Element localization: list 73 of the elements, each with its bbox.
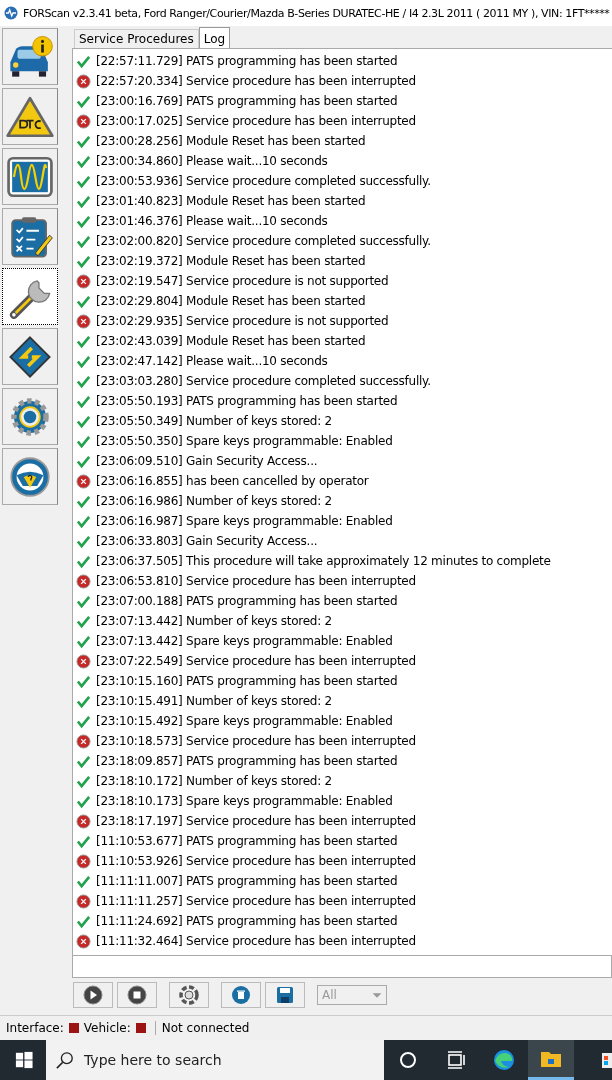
- log-entry: [11:10:53.926] Service procedure has been interrupted: [96, 854, 416, 868]
- log-entry: [23:18:10.173] Spare keys programmable: Enabled: [96, 794, 393, 808]
- lifebuoy-icon: [179, 985, 199, 1005]
- log-entry: [23:06:09.510] Gain Security Access...: [96, 454, 318, 468]
- search-icon: [56, 1051, 74, 1069]
- help-button[interactable]: [169, 982, 209, 1008]
- stop-icon: [127, 985, 147, 1005]
- log-entry: [22:57:20.334] Service procedure has been interrupted: [96, 74, 416, 88]
- log-entry: [23:00:28.256] Module Reset has been started: [96, 134, 366, 148]
- log-entry: [23:02:00.820] Service procedure completed successfully.: [96, 234, 431, 248]
- play-icon: [83, 985, 103, 1005]
- log-entry: [23:07:13.442] Number of keys stored: 2: [96, 614, 332, 628]
- tab[interactable]: Service Procedures: [74, 29, 199, 48]
- input-field[interactable]: [72, 956, 612, 978]
- log-entry: [23:06:53.810] Service procedure has been interrupted: [96, 574, 416, 588]
- log-entry: [23:02:43.039] Module Reset has been started: [96, 334, 366, 348]
- log-entry: [23:07:22.549] Service procedure has been interrupted: [96, 654, 416, 668]
- tab[interactable]: Log: [198, 27, 231, 48]
- log-entry: [23:03:03.280] Service procedure completed successfully.: [96, 374, 431, 388]
- log-entry: [23:07:00.188] PATS programming has been started: [96, 594, 398, 608]
- log-entry: [23:01:40.823] Module Reset has been started: [96, 194, 366, 208]
- log-entry: [23:10:15.160] PATS programming has been started: [96, 674, 398, 688]
- warning-triangle-icon: [5, 94, 55, 139]
- log-entry: [23:18:10.172] Number of keys stored: 2: [96, 774, 332, 788]
- connection-status: Not connected: [154, 1021, 250, 1035]
- start-button[interactable]: [15, 1051, 33, 1069]
- sidebar-button[interactable]: [2, 328, 58, 385]
- vehicle-label: Vehicle:: [83, 1021, 131, 1035]
- log-entry: [11:11:32.464] Service procedure has been interrupted: [96, 934, 416, 948]
- log-entry: [23:07:13.442] Spare keys programmable: Enabled: [96, 634, 393, 648]
- log-entry: [23:10:18.573] Service procedure has been interrupted: [96, 734, 416, 748]
- log-entry: [11:11:24.692] PATS programming has been started: [96, 914, 398, 928]
- delete-button[interactable]: [221, 982, 261, 1008]
- log-entry: [23:06:33.803] Gain Security Access...: [96, 534, 318, 548]
- log-entry: [23:05:50.349] Number of keys stored: 2: [96, 414, 332, 428]
- sidebar-button[interactable]: [2, 88, 58, 145]
- trash-icon: [231, 985, 251, 1005]
- taskbar-search-field[interactable]: Type here to search: [46, 1040, 384, 1080]
- log-entry: [23:02:29.935] Service procedure is not supported: [96, 314, 389, 328]
- log-entry: [23:06:37.505] This procedure will take approximately 12 minutes to complete: [96, 554, 551, 568]
- sidebar-button[interactable]: [2, 268, 58, 325]
- play-button[interactable]: [73, 982, 113, 1008]
- log-entry: [23:00:53.936] Service procedure completed successfully.: [96, 174, 431, 188]
- browser-icon[interactable]: [492, 1048, 516, 1072]
- log-entry: [23:05:50.350] Spare keys programmable: Enabled: [96, 434, 393, 448]
- log-entry: [23:01:46.376] Please wait...10 seconds: [96, 214, 328, 228]
- sidebar-button[interactable]: [2, 28, 58, 85]
- log-entry: [11:10:53.677] PATS programming has been started: [96, 834, 398, 848]
- log-entry: [23:10:15.492] Spare keys programmable: Enabled: [96, 714, 393, 728]
- log-entry: [23:00:17.025] Service procedure has been interrupted: [96, 114, 416, 128]
- oscilloscope-icon: [5, 154, 55, 199]
- app-icon: [4, 6, 18, 20]
- log-entry: [22:57:11.729] PATS programming has been started: [96, 54, 398, 68]
- log-entry: [23:00:34.860] Please wait...10 seconds: [96, 154, 328, 168]
- interface-label: Interface:: [6, 1021, 64, 1035]
- stop-button[interactable]: [117, 982, 157, 1008]
- log-entry: [23:18:17.197] Service procedure has been interrupted: [96, 814, 416, 828]
- log-entry: [23:10:15.491] Number of keys stored: 2: [96, 694, 332, 708]
- log-entry: [23:06:16.987] Spare keys programmable: Enabled: [96, 514, 393, 528]
- log-entry: [23:06:16.986] Number of keys stored: 2: [96, 494, 332, 508]
- log-entry: [23:02:29.804] Module Reset has been started: [96, 294, 366, 308]
- log-entry: [23:02:47.142] Please wait...10 seconds: [96, 354, 328, 368]
- log-entry: [23:18:09.857] PATS programming has been started: [96, 754, 398, 768]
- log-entry: [11:11:11.257] Service procedure has been interrupted: [96, 894, 416, 908]
- log-entry: [23:00:16.769] PATS programming has been started: [96, 94, 398, 108]
- save-button[interactable]: [265, 982, 305, 1008]
- taskbar-folder-button[interactable]: [528, 1040, 574, 1080]
- log-entry: [23:02:19.372] Module Reset has been started: [96, 254, 366, 268]
- log-entry: [23:02:19.547] Service procedure is not supported: [96, 274, 389, 288]
- window-title: FORScan v2.3.41 beta, Ford Ranger/Courier/Mazda B-Series DURATEC-HE / I4 2.3L 2011 ( 2011 MY ), VIN: 1FT*****: [23, 6, 610, 20]
- log-entry: [23:05:50.193] PATS programming has been started: [96, 394, 398, 408]
- log-entry: [11:11:11.007] PATS programming has been started: [96, 874, 398, 888]
- log-entry: [23:06:16.855] has been cancelled by operator: [96, 474, 369, 488]
